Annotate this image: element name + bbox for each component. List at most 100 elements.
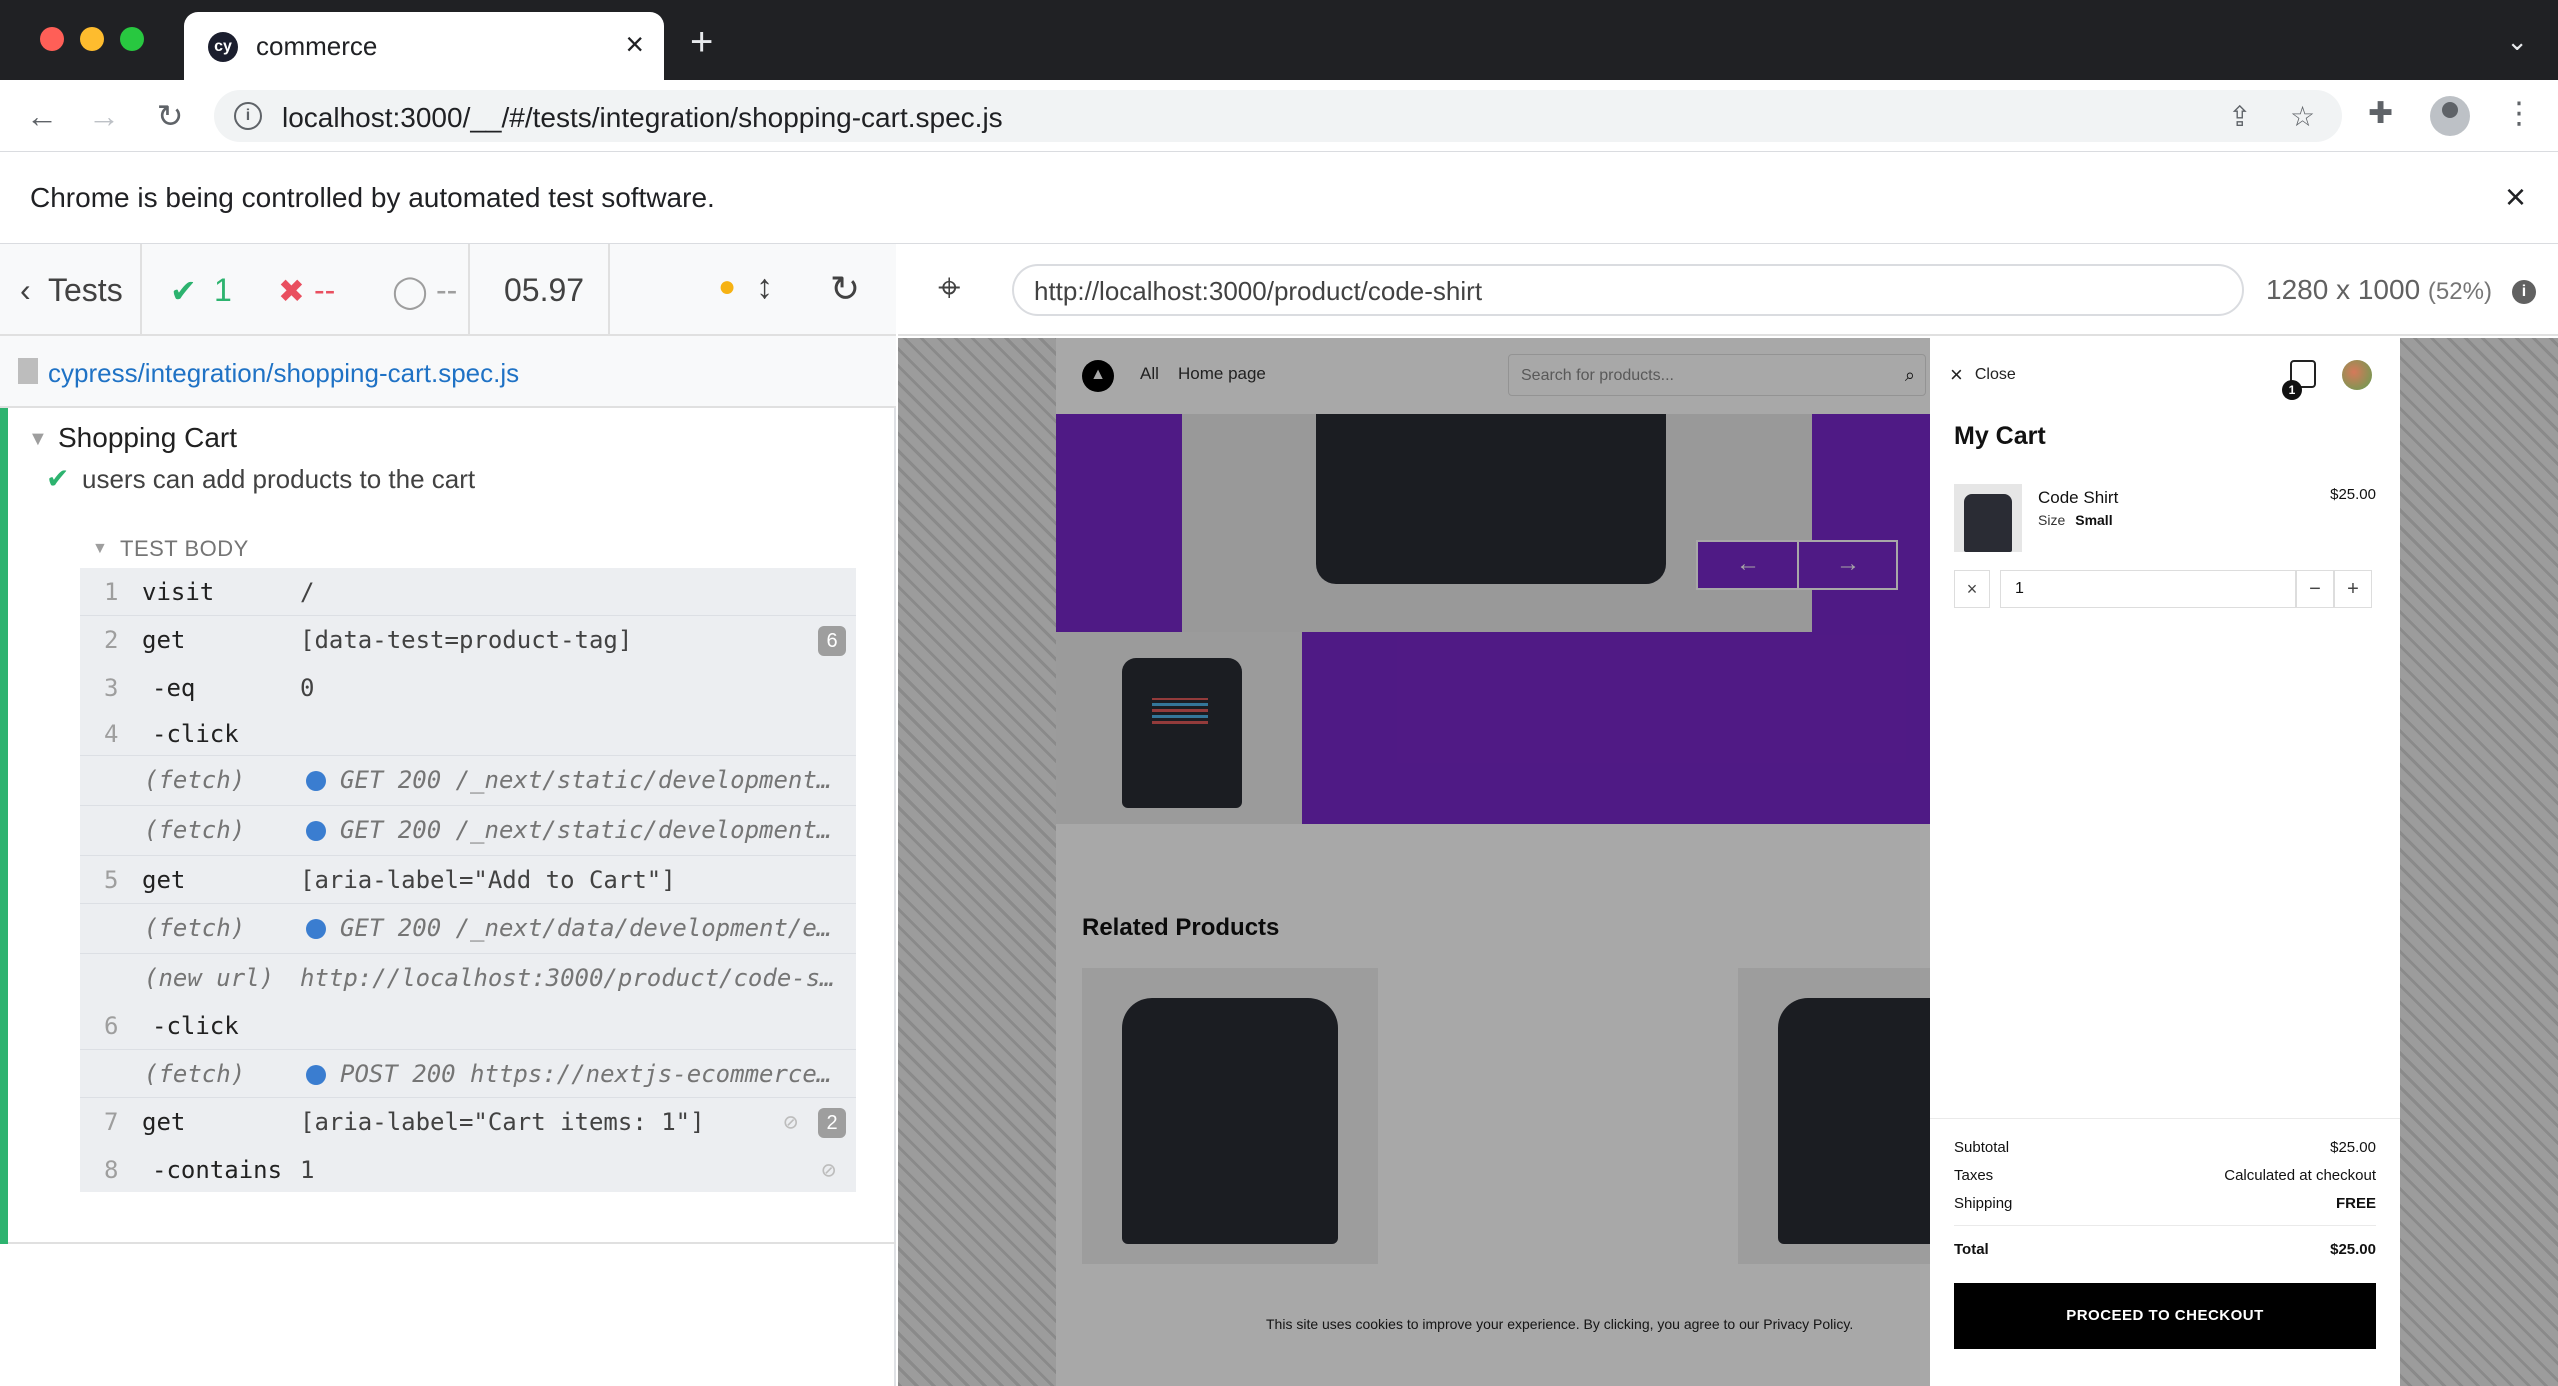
command-number: 5 bbox=[104, 866, 119, 894]
command-row[interactable]: 4 -click bbox=[80, 710, 856, 756]
test-title[interactable]: users can add products to the cart bbox=[82, 464, 475, 495]
command-message: GET 200 /_next/static/development… bbox=[340, 816, 832, 844]
back-arrow-icon[interactable]: ← bbox=[22, 96, 62, 136]
eye-slash-icon: ⊘ bbox=[783, 1108, 798, 1136]
selector-playground-crosshair-icon[interactable]: ⌖ bbox=[938, 268, 961, 308]
share-icon[interactable]: ⇪ bbox=[2228, 100, 2251, 133]
close-icon: × bbox=[1950, 362, 1963, 387]
element-count-badge: 2 bbox=[818, 1108, 846, 1138]
failed-x-icon: ✖ bbox=[278, 273, 305, 309]
body-caret-icon[interactable]: ▼ bbox=[92, 540, 108, 558]
cart-summary: Subtotal $25.00 Taxes Calculated at chec… bbox=[1930, 1118, 2400, 1386]
command-row[interactable]: 8 -contains 1 ⊘ bbox=[80, 1146, 856, 1192]
command-row[interactable]: 3 -eq 0 bbox=[80, 664, 856, 710]
taxes-label: Taxes bbox=[1954, 1167, 1994, 1184]
chrome-menu-icon[interactable]: ⋮ bbox=[2504, 96, 2534, 131]
tests-label: Tests bbox=[48, 272, 123, 308]
pending-circle-icon: ◯ bbox=[392, 273, 428, 309]
command-row[interactable]: (fetch) GET 200 /_next/data/development/… bbox=[80, 904, 856, 954]
command-row[interactable]: 5 get [aria-label="Add to Cart"] bbox=[80, 856, 856, 904]
command-log: 1 visit / 2 get [data-test=product-tag] … bbox=[80, 568, 856, 1192]
viewport-info-icon[interactable]: i bbox=[2512, 280, 2536, 304]
command-row[interactable]: 7 get [aria-label="Cart items: 1"] ⊘ 2 bbox=[80, 1098, 856, 1146]
command-message: 1 bbox=[300, 1156, 315, 1184]
command-number: 8 bbox=[104, 1156, 119, 1184]
auto-scroll-icon[interactable]: ↕ bbox=[756, 268, 773, 307]
window-zoom-button[interactable] bbox=[120, 27, 144, 51]
file-icon bbox=[18, 358, 38, 384]
command-number: 3 bbox=[104, 674, 119, 702]
request-dot-icon bbox=[306, 1065, 326, 1085]
total-label: Total bbox=[1954, 1241, 1989, 1258]
increase-quantity-button[interactable]: + bbox=[2334, 570, 2372, 608]
status-dot-icon: ● bbox=[718, 270, 737, 303]
extensions-puzzle-icon[interactable]: ✚ bbox=[2368, 96, 2393, 131]
test-body-label[interactable]: TEST BODY bbox=[120, 536, 249, 562]
aut-url-field[interactable]: http://localhost:3000/product/code-shirt bbox=[1012, 264, 2244, 316]
spec-file-link[interactable]: cypress/integration/shopping-cart.spec.j… bbox=[48, 358, 519, 389]
forward-arrow-icon[interactable]: → bbox=[84, 96, 124, 136]
proceed-to-checkout-button[interactable]: PROCEED TO CHECKOUT bbox=[1954, 1283, 2376, 1349]
remove-item-x-icon[interactable]: × bbox=[1954, 570, 1990, 608]
command-number: 2 bbox=[104, 626, 119, 654]
command-row[interactable]: (new url) http://localhost:3000/product/… bbox=[80, 954, 856, 1002]
viewport-info[interactable]: 1280 x 1000 (52%) bbox=[2266, 274, 2492, 306]
command-name: (new url) bbox=[144, 964, 275, 992]
request-dot-icon bbox=[306, 821, 326, 841]
cart-item-image[interactable] bbox=[1954, 484, 2022, 552]
command-row[interactable]: 2 get [data-test=product-tag] 6 bbox=[80, 616, 856, 664]
aut-header: ⌖ http://localhost:3000/product/code-shi… bbox=[898, 244, 2558, 336]
command-row[interactable]: (fetch) GET 200 /_next/static/developmen… bbox=[80, 806, 856, 856]
size-label: Size bbox=[2038, 512, 2066, 528]
tab-close-icon[interactable]: × bbox=[625, 28, 644, 60]
suite-caret-icon[interactable]: ▼ bbox=[28, 428, 48, 451]
reload-icon[interactable]: ↻ bbox=[150, 96, 190, 136]
command-number: 6 bbox=[104, 1012, 119, 1040]
rerun-icon[interactable]: ↻ bbox=[830, 268, 860, 310]
command-number: 1 bbox=[104, 578, 119, 606]
window-close-button[interactable] bbox=[40, 27, 64, 51]
cart-overlay-backdrop[interactable] bbox=[1056, 338, 1930, 1386]
command-message: GET 200 /_next/static/development… bbox=[340, 766, 832, 794]
cart-item-size: Size Small bbox=[2038, 512, 2113, 528]
new-tab-button[interactable]: + bbox=[690, 22, 713, 62]
failed-count: -- bbox=[314, 272, 336, 308]
cypress-reporter: ‹ Tests ✔ 1 ✖ -- ◯ -- 05.97 ● ↕ ↻ cypres… bbox=[0, 244, 896, 1386]
cart-title: My Cart bbox=[1954, 422, 2046, 450]
command-name: get bbox=[142, 866, 186, 894]
infobar-text: Chrome is being controlled by automated … bbox=[30, 182, 715, 213]
address-url[interactable]: localhost:3000/__/#/tests/integration/sh… bbox=[282, 102, 1003, 134]
profile-avatar-icon[interactable] bbox=[2430, 96, 2470, 136]
command-name: -eq bbox=[152, 674, 196, 702]
user-avatar[interactable] bbox=[2342, 360, 2372, 390]
bookmark-star-icon[interactable]: ☆ bbox=[2290, 100, 2315, 133]
site-info-icon[interactable]: i bbox=[234, 102, 262, 130]
decrease-quantity-button[interactable]: − bbox=[2296, 570, 2334, 608]
command-message: / bbox=[300, 578, 315, 606]
quantity-stepper: × 1 − + bbox=[1954, 570, 2376, 608]
command-row[interactable]: (fetch) POST 200 https://nextjs-ecommerc… bbox=[80, 1050, 856, 1098]
tests-back-button[interactable]: ‹ Tests bbox=[0, 244, 142, 336]
suite-title[interactable]: Shopping Cart bbox=[58, 422, 237, 454]
window-minimize-button[interactable] bbox=[80, 27, 104, 51]
eye-slash-icon: ⊘ bbox=[821, 1156, 836, 1184]
tab-search-chevron-icon[interactable]: ⌄ bbox=[2506, 26, 2528, 57]
command-name: -click bbox=[152, 1012, 239, 1040]
quantity-input[interactable]: 1 bbox=[2000, 570, 2296, 608]
command-name: get bbox=[142, 626, 186, 654]
command-name: (fetch) bbox=[144, 766, 246, 794]
duration-cell: 05.97 bbox=[468, 244, 610, 336]
command-row[interactable]: 6 -click bbox=[80, 1002, 856, 1050]
infobar-close-icon[interactable]: × bbox=[2505, 176, 2526, 218]
tab-title: commerce bbox=[256, 31, 378, 61]
cart-item-name[interactable]: Code Shirt bbox=[2038, 488, 2118, 508]
command-row[interactable]: 1 visit / bbox=[80, 568, 856, 616]
total-row: Total $25.00 bbox=[1954, 1241, 2376, 1265]
runner-controls: ● ↕ ↻ bbox=[610, 244, 896, 336]
command-row[interactable]: (fetch) GET 200 /_next/static/developmen… bbox=[80, 756, 856, 806]
spec-path-bar: cypress/integration/shopping-cart.spec.j… bbox=[0, 336, 896, 408]
browser-tab[interactable]: cy commerce × bbox=[184, 12, 664, 80]
cart-close-button[interactable]: × Close bbox=[1950, 362, 2016, 388]
address-bar[interactable]: i localhost:3000/__/#/tests/integration/… bbox=[214, 90, 2342, 142]
cart-item-price: $25.00 bbox=[2330, 486, 2376, 503]
